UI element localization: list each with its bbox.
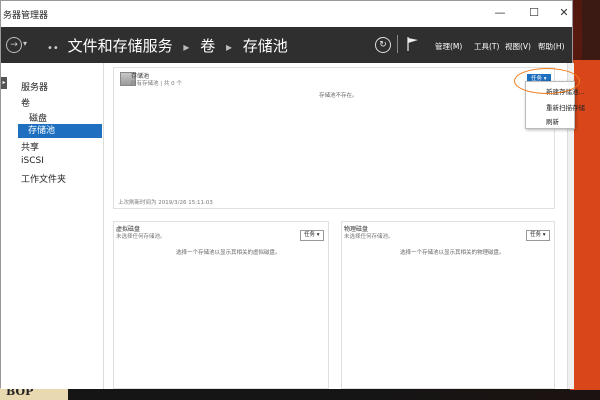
sidebar-item-work-folders[interactable]: 工作文件夹 bbox=[21, 172, 66, 185]
sidebar-item-servers[interactable]: 服务器 bbox=[21, 80, 48, 93]
refresh-icon[interactable]: ↻ bbox=[375, 37, 391, 53]
sidebar-collapse-icon[interactable]: ▸ bbox=[1, 77, 7, 89]
panel-subtitle: 所有存储池 | 共 0 个 bbox=[131, 81, 182, 87]
menu-view[interactable]: 视图(V) bbox=[505, 41, 531, 52]
menu-item-refresh[interactable]: 刷新 bbox=[546, 116, 559, 126]
virtual-disks-tasks-button[interactable]: 任务 ▾ bbox=[300, 230, 324, 241]
title-bar: 务器管理器 — ☐ ✕ bbox=[1, 1, 572, 27]
last-refresh-text: 上次刷新时间为 2019/3/26 15:11:03 bbox=[118, 200, 213, 206]
header-bar: → ▾ •• 文件和存储服务 ▸ 卷 ▸ 存储池 ↻ 管理(M) 工具(T) 视… bbox=[1, 27, 572, 63]
minimize-button[interactable]: — bbox=[491, 5, 509, 21]
window-title: 务器管理器 bbox=[3, 11, 49, 21]
divider bbox=[397, 35, 398, 53]
breadcrumb-item-file-storage[interactable]: 文件和存储服务 bbox=[68, 37, 173, 55]
forward-icon[interactable]: → bbox=[6, 37, 22, 53]
virtual-disks-panel: 虚拟磁盘 未选择任何存储池。 任务 ▾ 选择一个存储池以显示其相关的虚拟磁盘。 bbox=[113, 221, 329, 389]
close-button[interactable]: ✕ bbox=[555, 5, 573, 21]
breadcrumb: •• 文件和存储服务 ▸ 卷 ▸ 存储池 bbox=[47, 35, 288, 56]
physical-disks-message: 选择一个存储池以显示其相关的物理磁盘。 bbox=[400, 250, 505, 256]
breadcrumb-separator-icon: ▸ bbox=[225, 40, 233, 54]
physical-disks-tasks-button[interactable]: 任务 ▾ bbox=[526, 230, 550, 241]
server-manager-window: 务器管理器 — ☐ ✕ → ▾ •• 文件和存储服务 ▸ 卷 ▸ 存储池 ↻ 管… bbox=[0, 0, 585, 389]
panel-subtitle: 未选择任何存储池。 bbox=[116, 234, 166, 240]
sidebar-item-iscsi[interactable]: iSCSI bbox=[21, 156, 44, 166]
flag-icon[interactable] bbox=[407, 37, 419, 51]
sidebar bbox=[1, 63, 104, 389]
physical-disks-panel: 物理磁盘 未选择任何存储池。 任务 ▾ 选择一个存储池以显示其相关的物理磁盘。 bbox=[341, 221, 555, 389]
sidebar-item-shares[interactable]: 共享 bbox=[21, 140, 39, 153]
empty-message: 存储池不存在。 bbox=[319, 93, 358, 99]
sidebar-item-disks[interactable]: 磁盘 bbox=[29, 111, 47, 124]
wallpaper-accent bbox=[582, 0, 600, 60]
breadcrumb-separator-icon: ▸ bbox=[183, 40, 190, 54]
panel-subtitle: 未选择任何存储池。 bbox=[344, 234, 394, 240]
breadcrumb-item-storage-pools[interactable]: 存储池 bbox=[243, 37, 288, 55]
menu-manage[interactable]: 管理(M) bbox=[435, 41, 462, 52]
breadcrumb-prefix: •• bbox=[47, 43, 59, 54]
maximize-button[interactable]: ☐ bbox=[525, 5, 543, 21]
tasks-dropdown-menu: 新建存储池... 重新扫描存储 刷新 bbox=[525, 81, 585, 129]
virtual-disks-message: 选择一个存储池以显示其相关的虚拟磁盘。 bbox=[176, 250, 281, 256]
menu-item-rescan-storage[interactable]: 重新扫描存储 bbox=[546, 102, 585, 112]
menu-help[interactable]: 帮助(H) bbox=[538, 41, 565, 52]
sidebar-item-storage-pools[interactable]: 存储池 bbox=[18, 124, 102, 138]
sidebar-item-volumes[interactable]: 卷 bbox=[21, 96, 30, 109]
menu-item-new-storage-pool[interactable]: 新建存储池... bbox=[546, 86, 585, 96]
breadcrumb-item-volumes[interactable]: 卷 bbox=[200, 37, 215, 55]
storage-pools-panel: 存储池 所有存储池 | 共 0 个 任务 ▾ 存储池不存在。 上次刷新时间为 2… bbox=[113, 67, 555, 209]
chevron-down-icon[interactable]: ▾ bbox=[23, 39, 27, 48]
menu-tools[interactable]: 工具(T) bbox=[474, 41, 499, 52]
